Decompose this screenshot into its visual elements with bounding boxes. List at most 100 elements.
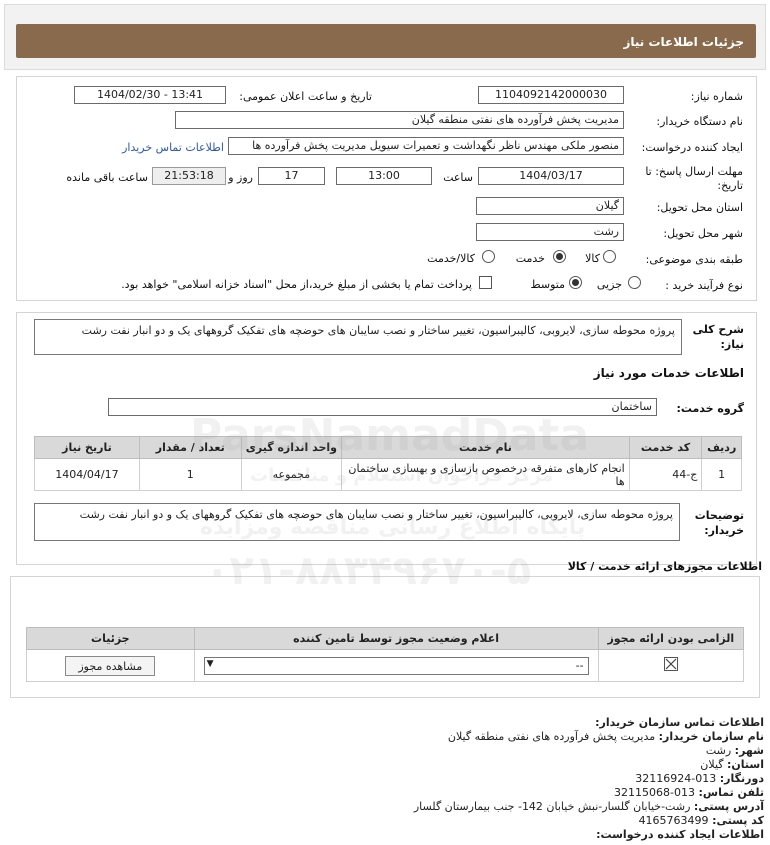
page-title: جزئیات اطلاعات نیاز (16, 24, 756, 58)
cell-unit: مجموعه (240, 458, 343, 491)
contact-phone-label: تلفن تماس: (698, 786, 764, 799)
service-group-field: ساختمان (108, 398, 657, 416)
cell-permit-details: مشاهده مجوز (26, 649, 195, 682)
category-option-goods-service: کالا/خدمت (427, 252, 475, 265)
buyer-contact-link[interactable]: اطلاعات تماس خریدار (122, 141, 224, 154)
buyer-desc-label: توضیحات (694, 509, 744, 522)
days-remaining-field: 17 (258, 167, 325, 185)
process-type-label: نوع فرآیند خرید : (665, 279, 743, 292)
services-section-title: اطلاعات خدمات مورد نیاز (593, 366, 744, 380)
permit-status-value: -- (575, 658, 584, 672)
contact-address-label: آدرس پستی: (693, 800, 764, 813)
buyer-name-field: مدیریت پخش فرآورده های نفتی منطقه گیلان (175, 111, 624, 129)
services-table-header: ردیف کد خدمت نام خدمت واحد اندازه گیری ت… (34, 436, 742, 459)
category-radio-service[interactable] (553, 250, 566, 263)
checked-x-icon[interactable] (663, 657, 678, 671)
summary-label-2: نیاز: (720, 338, 744, 351)
deadline-label: مهلت ارسال پاسخ: تا (645, 165, 743, 178)
contact-postal-label: کد پستی: (712, 814, 764, 827)
days-label: روز و (228, 171, 253, 184)
col-row: ردیف (701, 436, 742, 459)
city-label: شهر محل تحویل: (663, 227, 743, 240)
cell-date: 1404/04/17 (34, 458, 140, 491)
col-name: نام خدمت (341, 436, 630, 459)
col-qty: تعداد / مقدار (138, 436, 242, 459)
category-option-service: خدمت (515, 252, 545, 265)
col-permit-details: جزئیات (26, 627, 195, 650)
process-option-medium: متوسط (530, 278, 565, 291)
buyer-desc-box: پروژه محوطه سازی، لایروبی، کالیبراسیون، … (34, 503, 680, 541)
col-unit: واحد اندازه گیری (240, 436, 343, 459)
contact-postal: کد پستی: 4165763499 (639, 814, 764, 827)
contact-city-value: رشت (705, 744, 732, 757)
province-label: استان محل تحویل: (656, 201, 743, 214)
permits-table-header: الزامی بودن ارائه مجوز اعلام وضعیت مجوز … (26, 627, 745, 650)
service-group-label: گروه خدمت: (676, 402, 744, 415)
city-field: رشت (476, 223, 624, 241)
contact-fax-label: دورنگار: (719, 772, 764, 785)
contact-org-value: مدیریت پخش فرآورده های نفتی منطقه گیلان (447, 730, 656, 743)
contact-fax: دورنگار: 013-32116924 (635, 772, 764, 785)
process-radio-medium[interactable] (569, 276, 582, 289)
col-date: تاریخ نیاز (34, 436, 140, 459)
table-row: 1 ج-44 انجام کارهای متفرقه درخصوص بازساز… (34, 458, 742, 491)
need-number-field: 1104092142000030 (478, 86, 624, 104)
view-permit-button[interactable]: مشاهده مجوز (65, 655, 156, 676)
cell-row: 1 (701, 458, 742, 491)
category-option-goods: کالا (585, 252, 600, 265)
contact-city: شهر: رشت (706, 744, 764, 757)
permits-section-title: اطلاعات مجوزهای ارائه خدمت / کالا (567, 560, 762, 573)
category-radio-goods[interactable] (603, 250, 616, 263)
deadline-date-field: 1404/03/17 (478, 167, 624, 185)
remaining-time-label: ساعت باقی مانده (66, 171, 148, 184)
announce-date-label: تاریخ و ساعت اعلان عمومی: (239, 90, 372, 103)
cell-permit-status: -- ▼ (193, 649, 599, 682)
need-number-label: شماره نیاز: (690, 90, 743, 103)
category-radio-goods-service[interactable] (482, 250, 495, 263)
buyer-name-label: نام دستگاه خریدار: (656, 115, 743, 128)
announce-date-field: 1404/02/30 - 13:41 (74, 86, 226, 104)
cell-qty: 1 (138, 458, 242, 491)
col-permit-required: الزامی بودن ارائه مجوز (597, 627, 745, 650)
summary-text-box: پروژه محوطه سازی، لایروبی، کالیبراسیون، … (34, 319, 682, 355)
permit-status-select[interactable]: -- ▼ (203, 656, 589, 675)
contact-city-label: شهر: (734, 744, 764, 757)
requester-label: ایجاد کننده درخواست: (641, 141, 743, 154)
services-table: ردیف کد خدمت نام خدمت واحد اندازه گیری ت… (34, 436, 742, 491)
summary-label: شرح کلی (692, 323, 744, 336)
requester-field: منصور ملکی مهندس ناظر نگهداشت و تعمیرات … (228, 137, 624, 155)
remaining-time-field: 21:53:18 (152, 167, 226, 185)
contact-address-value: رشت-خیابان گلسار-نبش خیابان 142- جنب بیم… (413, 800, 691, 813)
process-option-minor: جزیی (596, 278, 622, 291)
treasury-note: پرداخت تمام یا بخشی از مبلغ خرید،از محل … (121, 278, 472, 291)
contact-address: آدرس پستی: رشت-خیابان گلسار-نبش خیابان 1… (414, 800, 764, 813)
buyer-desc-label-2: خریدار: (704, 524, 744, 537)
deadline-time-field: 13:00 (336, 167, 432, 185)
province-field: گیلان (476, 197, 624, 215)
contact-fax-value: 013-32116924 (635, 772, 717, 785)
contact-phone: تلفن تماس: 013-32115068 (614, 786, 764, 799)
contact-org: نام سازمان خریدار: مدیریت پخش فرآورده ها… (448, 730, 764, 743)
col-code: کد خدمت (628, 436, 703, 459)
contact-section-title: اطلاعات تماس سازمان خریدار: (595, 716, 764, 729)
permits-table: الزامی بودن ارائه مجوز اعلام وضعیت مجوز … (26, 627, 745, 682)
contact-phone-value: 013-32115068 (614, 786, 696, 799)
deadline-time-label: ساعت (443, 171, 473, 184)
cell-permit-required (597, 649, 745, 682)
contact-org-label: نام سازمان خریدار: (658, 730, 764, 743)
treasury-checkbox[interactable] (479, 276, 492, 289)
cell-name: انجام کارهای متفرقه درخصوص بازسازی و بهس… (341, 458, 630, 491)
process-radio-minor[interactable] (628, 276, 641, 289)
category-label: طبقه بندی موضوعی: (645, 253, 743, 266)
contact-province-label: استان: (727, 758, 764, 771)
contact-province: استان: گیلان (700, 758, 764, 771)
col-permit-status: اعلام وضعیت مجوز توسط تامین کننده (193, 627, 599, 650)
table-row: -- ▼ مشاهده مجوز (26, 649, 745, 682)
dropdown-arrow-icon: ▼ (206, 658, 214, 669)
creator-section-title: اطلاعات ایجاد کننده درخواست: (596, 828, 764, 841)
contact-province-value: گیلان (700, 758, 724, 771)
need-details-panel (16, 76, 757, 301)
contact-postal-value: 4165763499 (638, 814, 709, 827)
deadline-date-label: تاریخ: (717, 179, 743, 192)
cell-code: ج-44 (628, 458, 703, 491)
